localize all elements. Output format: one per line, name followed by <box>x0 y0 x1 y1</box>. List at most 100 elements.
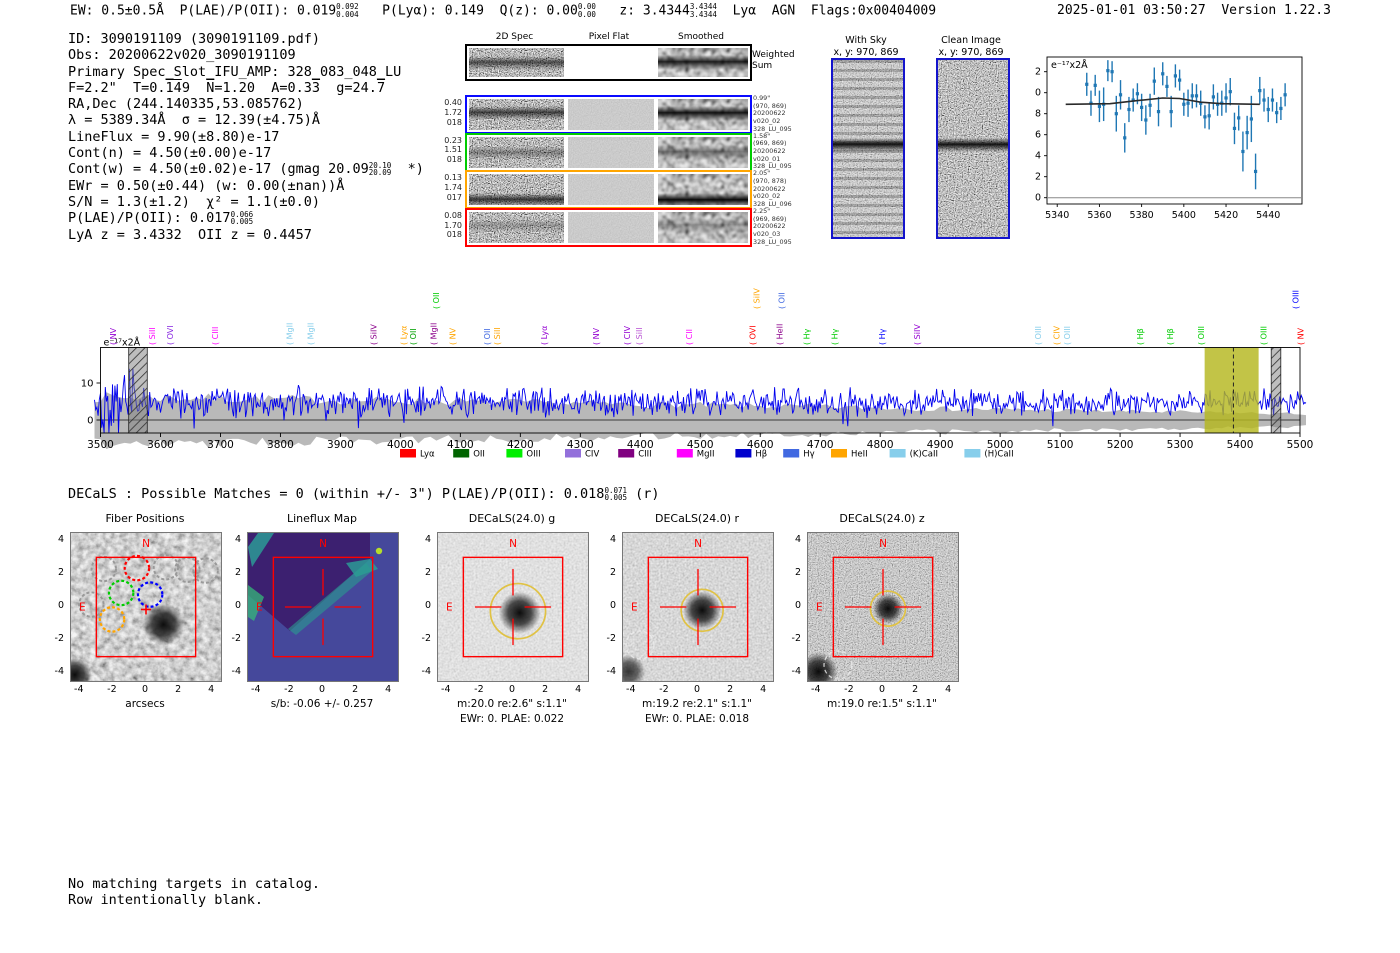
data-point <box>1140 105 1144 109</box>
emission-line-label: ( SiII <box>635 327 644 345</box>
spec-strip-2d <box>469 99 564 130</box>
data-point <box>1127 107 1131 112</box>
footer-note-2: Row intentionally blank. <box>68 892 264 908</box>
cutout-y-tick: 0 <box>57 600 64 611</box>
stacked-uncertainty: 3.4344 3.4344 <box>689 2 717 19</box>
data-point <box>1144 118 1148 122</box>
cutout-y-tick: -2 <box>231 633 241 645</box>
noise-texture <box>568 136 654 168</box>
data-point <box>1270 98 1275 102</box>
x-tick-label: 5360 <box>1087 210 1111 220</box>
source-blob <box>71 657 92 681</box>
data-point <box>1093 83 1097 87</box>
x-tick-label: 5100 <box>1047 439 1074 451</box>
weighted-sum-row <box>465 44 752 81</box>
cutout-image-fiber: NE <box>70 532 222 682</box>
emission-line-label: ( SiIV <box>369 324 378 345</box>
observation-info-block: ID: 3090191109 (3090191109.pdf) Obs: 2020… <box>68 31 424 243</box>
cutout-x-tick: 2 <box>352 684 359 695</box>
fiber-circle <box>107 579 135 607</box>
emission-line-label: ( SiII <box>493 327 502 345</box>
cutout-title: DECaLS(24.0) g <box>468 512 556 525</box>
cutout-x-tick: -2 <box>284 684 294 695</box>
data-point <box>1190 94 1194 98</box>
info-line-10: EWr = 0.50(±0.44) (w: 0.00(±nan))Å <box>68 177 345 194</box>
cutout-caption: EWr: 0. PLAE: 0.018 <box>644 713 750 725</box>
legend-label: MgII <box>697 450 715 460</box>
cutout-x-tick: -2 <box>107 684 117 695</box>
data-point <box>1169 110 1173 114</box>
legend-label: Hγ <box>803 450 814 460</box>
cutout-title: DECaLS(24.0) r <box>654 512 740 525</box>
cutout-x-tick: -2 <box>474 684 484 695</box>
cutout-x-tick: 0 <box>508 684 516 695</box>
data-point <box>1258 89 1262 93</box>
cutout-x-tick: -2 <box>844 684 854 695</box>
x-tick-label: 5420 <box>1214 210 1238 220</box>
full-spectrum-chart: 0103500 3600 3700 3800 3900 4000 4100 4200 4300 4… <box>81 288 1314 460</box>
x-tick-label: 3900 <box>327 439 354 451</box>
data-point <box>1182 102 1186 106</box>
spec-strip-sm <box>658 211 748 243</box>
inset-ylabel: e⁻¹⁷x2Å <box>1051 59 1088 71</box>
data-point <box>1228 90 1232 94</box>
cutout-title: Fiber Positions <box>105 512 185 525</box>
data-point <box>1194 94 1199 98</box>
x-tick-label: 3700 <box>207 439 234 451</box>
emission-line-label: ( CIV <box>623 325 632 345</box>
data-point <box>1266 107 1270 112</box>
info-line-12: P(LAE)/P(OII): 0.0170.066 0.005 <box>68 209 254 227</box>
cutout-x-tick: -2 <box>659 684 669 695</box>
legend-label: (H)CaII <box>984 450 1013 460</box>
cutout-x-tick: -4 <box>441 684 451 695</box>
cutout-x-tick: 2 <box>175 684 182 695</box>
data-point <box>1283 93 1287 97</box>
noise-texture <box>568 174 654 206</box>
cutout-x-tick: 4 <box>945 684 952 695</box>
info-line-1: ID: 3090191109 (3090191109.pdf) <box>68 31 320 47</box>
info-line-2: Obs: 20200622v020_3090191109 <box>68 47 296 64</box>
x-tick-label: 5440 <box>1256 210 1280 220</box>
info-line-9: Cont(w) = 4.50(±0.02)e-17 (gmag 20.0920.… <box>68 160 424 178</box>
info-line-13: LyA z = 3.4332 OII z = 0.4457 <box>68 226 312 243</box>
spec-strip-2d <box>469 48 564 77</box>
x-tick-label: 5340 <box>1045 210 1069 220</box>
data-point <box>1178 78 1182 82</box>
cutout-x-tick: -4 <box>626 684 636 695</box>
spec-row-right-label: 1.58" (969, 869) 20200622 v020_01 328_LU_095 <box>753 131 792 171</box>
cutout-y-tick: 4 <box>609 533 616 545</box>
data-point <box>1249 117 1253 121</box>
info-line-7: LineFlux = 9.90(±8.80)e-17 <box>68 128 280 145</box>
cutout-overlay: NE <box>623 538 749 681</box>
data-point <box>1156 110 1161 114</box>
data-point <box>1186 101 1190 105</box>
legend-swatch <box>964 449 981 458</box>
weighted-sum-label: Weighted Sum <box>752 50 795 71</box>
cutout-y-tick: -4 <box>606 666 616 678</box>
x-tick-label: 3800 <box>267 439 294 451</box>
spec-strip-sm <box>658 136 748 168</box>
emission-line-label: ( CIII <box>211 327 220 345</box>
y-tick-label: 8 <box>1035 109 1041 120</box>
compass-east-label: E <box>816 602 823 614</box>
cutout-x-tick: -4 <box>811 684 821 695</box>
y-tick-label: 10 <box>81 379 94 390</box>
cutout-image-img_z: NE <box>807 532 959 682</box>
data-point <box>1173 74 1177 78</box>
spec-strip-flat <box>568 136 654 168</box>
emission-line-label: ( OII <box>777 292 786 309</box>
compass-east-label: E <box>631 602 638 614</box>
emission-line-label: ( Hβ <box>1166 328 1175 345</box>
timestamp-version: 2025-01-01 03:50:27 Version 1.22.3 <box>1057 3 1331 18</box>
emission-line-label: ( OII <box>483 328 492 345</box>
spec-strip-sm <box>658 174 748 206</box>
source-blob <box>683 591 722 630</box>
cutout-y-tick: 4 <box>57 533 64 545</box>
emission-line-label: ( OVI <box>749 325 758 345</box>
cutout-x-tick: 0 <box>878 684 886 695</box>
cutout-y-tick: 2 <box>57 566 64 578</box>
legend-swatch <box>565 449 581 458</box>
cutout-y-tick: -4 <box>54 666 64 678</box>
spec-row-3 <box>465 170 752 210</box>
stacked-uncertainty: 0.092 0.004 <box>336 2 359 19</box>
